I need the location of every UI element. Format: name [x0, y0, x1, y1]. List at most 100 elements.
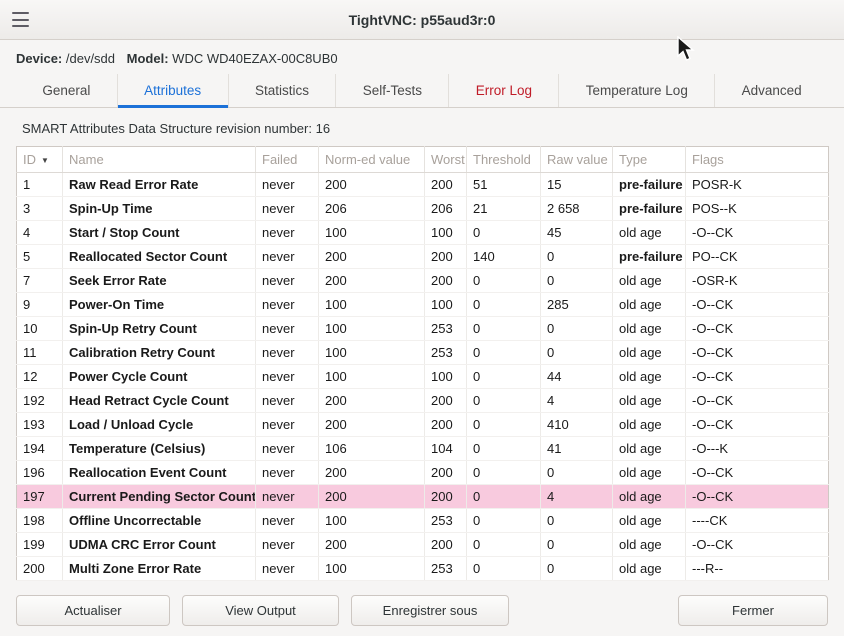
column-header-raw-value[interactable]: Raw value — [541, 147, 613, 173]
cell-failed: never — [256, 557, 319, 581]
cell-failed: never — [256, 341, 319, 365]
column-header-failed[interactable]: Failed — [256, 147, 319, 173]
cell-threshold: 21 — [467, 197, 541, 221]
cell-worst: 200 — [425, 389, 467, 413]
cell-worst: 253 — [425, 557, 467, 581]
attribute-row-197[interactable]: 197Current Pending Sector Countnever2002… — [17, 485, 829, 509]
cell-flags: POS--K — [686, 197, 829, 221]
cell-id: 199 — [17, 533, 63, 557]
cell-failed: never — [256, 365, 319, 389]
menu-icon[interactable] — [12, 12, 29, 27]
cell-normed: 200 — [319, 245, 425, 269]
cell-raw: 41 — [541, 437, 613, 461]
attribute-row-1[interactable]: 1Raw Read Error Ratenever2002005115pre-f… — [17, 173, 829, 197]
cell-type: old age — [613, 269, 686, 293]
attribute-row-199[interactable]: 199UDMA CRC Error Countnever20020000old … — [17, 533, 829, 557]
close-button[interactable]: Fermer — [678, 595, 828, 626]
column-header-norm-ed-value[interactable]: Norm-ed value — [319, 147, 425, 173]
cell-normed: 206 — [319, 197, 425, 221]
cell-type: old age — [613, 533, 686, 557]
cell-type: old age — [613, 317, 686, 341]
cell-raw: 4 — [541, 389, 613, 413]
attribute-row-192[interactable]: 192Head Retract Cycle Countnever20020004… — [17, 389, 829, 413]
cell-id: 3 — [17, 197, 63, 221]
column-header-threshold[interactable]: Threshold — [467, 147, 541, 173]
cell-worst: 200 — [425, 461, 467, 485]
cell-normed: 200 — [319, 173, 425, 197]
cell-name: Head Retract Cycle Count — [63, 389, 256, 413]
window-title: TightVNC: p55aud3r:0 — [349, 12, 496, 28]
cell-normed: 106 — [319, 437, 425, 461]
cell-worst: 200 — [425, 485, 467, 509]
attribute-row-3[interactable]: 3Spin-Up Timenever206206212 658pre-failu… — [17, 197, 829, 221]
save-as-button[interactable]: Enregistrer sous — [351, 595, 509, 626]
tab-general[interactable]: General — [16, 74, 117, 107]
sort-descending-icon: ▼ — [41, 156, 49, 165]
cell-worst: 100 — [425, 293, 467, 317]
attribute-row-10[interactable]: 10Spin-Up Retry Countnever10025300old ag… — [17, 317, 829, 341]
cell-flags: -O--CK — [686, 293, 829, 317]
cell-normed: 200 — [319, 269, 425, 293]
tab-statistics[interactable]: Statistics — [228, 74, 336, 107]
cell-name: Temperature (Celsius) — [63, 437, 256, 461]
cell-flags: ----CK — [686, 509, 829, 533]
column-header-name[interactable]: Name — [63, 147, 256, 173]
cell-failed: never — [256, 173, 319, 197]
titlebar: TightVNC: p55aud3r:0 — [0, 0, 844, 40]
cell-name: Power-On Time — [63, 293, 256, 317]
cell-raw: 0 — [541, 557, 613, 581]
attribute-row-198[interactable]: 198Offline Uncorrectablenever10025300old… — [17, 509, 829, 533]
attribute-row-200[interactable]: 200Multi Zone Error Ratenever10025300old… — [17, 557, 829, 581]
cell-flags: -O--CK — [686, 461, 829, 485]
cell-flags: -O--CK — [686, 341, 829, 365]
cell-threshold: 0 — [467, 317, 541, 341]
cell-failed: never — [256, 269, 319, 293]
view-output-button[interactable]: View Output — [182, 595, 339, 626]
tab-attributes[interactable]: Attributes — [117, 74, 228, 107]
attribute-row-9[interactable]: 9Power-On Timenever1001000285old age-O--… — [17, 293, 829, 317]
attribute-row-4[interactable]: 4Start / Stop Countnever100100045old age… — [17, 221, 829, 245]
cell-normed: 200 — [319, 533, 425, 557]
refresh-button[interactable]: Actualiser — [16, 595, 170, 626]
tab-self-tests[interactable]: Self-Tests — [335, 74, 448, 107]
column-header-flags[interactable]: Flags — [686, 147, 829, 173]
attribute-row-12[interactable]: 12Power Cycle Countnever100100044old age… — [17, 365, 829, 389]
cell-type: pre-failure — [613, 197, 686, 221]
cell-worst: 100 — [425, 365, 467, 389]
cell-worst: 253 — [425, 341, 467, 365]
tab-advanced[interactable]: Advanced — [714, 74, 828, 107]
cell-failed: never — [256, 509, 319, 533]
cell-id: 193 — [17, 413, 63, 437]
cell-name: Spin-Up Retry Count — [63, 317, 256, 341]
attribute-row-5[interactable]: 5Reallocated Sector Countnever2002001400… — [17, 245, 829, 269]
cell-flags: -O--CK — [686, 317, 829, 341]
column-header-type[interactable]: Type — [613, 147, 686, 173]
attribute-row-193[interactable]: 193Load / Unload Cyclenever2002000410old… — [17, 413, 829, 437]
attribute-row-194[interactable]: 194Temperature (Celsius)never106104041ol… — [17, 437, 829, 461]
attribute-row-11[interactable]: 11Calibration Retry Countnever10025300ol… — [17, 341, 829, 365]
cell-raw: 2 658 — [541, 197, 613, 221]
cell-raw: 0 — [541, 509, 613, 533]
tab-bar: GeneralAttributesStatisticsSelf-TestsErr… — [0, 74, 844, 108]
cell-type: pre-failure — [613, 173, 686, 197]
cell-threshold: 0 — [467, 461, 541, 485]
cell-threshold: 0 — [467, 413, 541, 437]
tab-temperature-log[interactable]: Temperature Log — [558, 74, 714, 107]
cell-id: 12 — [17, 365, 63, 389]
cell-raw: 0 — [541, 245, 613, 269]
tab-error-log[interactable]: Error Log — [448, 74, 558, 107]
attribute-row-7[interactable]: 7Seek Error Ratenever20020000old age-OSR… — [17, 269, 829, 293]
column-header-worst[interactable]: Worst — [425, 147, 467, 173]
cell-threshold: 0 — [467, 293, 541, 317]
cell-worst: 200 — [425, 533, 467, 557]
cell-worst: 206 — [425, 197, 467, 221]
cell-type: old age — [613, 485, 686, 509]
cell-flags: PO--CK — [686, 245, 829, 269]
attribute-row-196[interactable]: 196Reallocation Event Countnever20020000… — [17, 461, 829, 485]
cell-threshold: 0 — [467, 221, 541, 245]
cell-type: old age — [613, 437, 686, 461]
column-header-id[interactable]: ID▼ — [17, 147, 63, 173]
cell-worst: 253 — [425, 509, 467, 533]
model-value: WDC WD40EZAX-00C8UB0 — [172, 51, 337, 66]
cell-normed: 100 — [319, 221, 425, 245]
